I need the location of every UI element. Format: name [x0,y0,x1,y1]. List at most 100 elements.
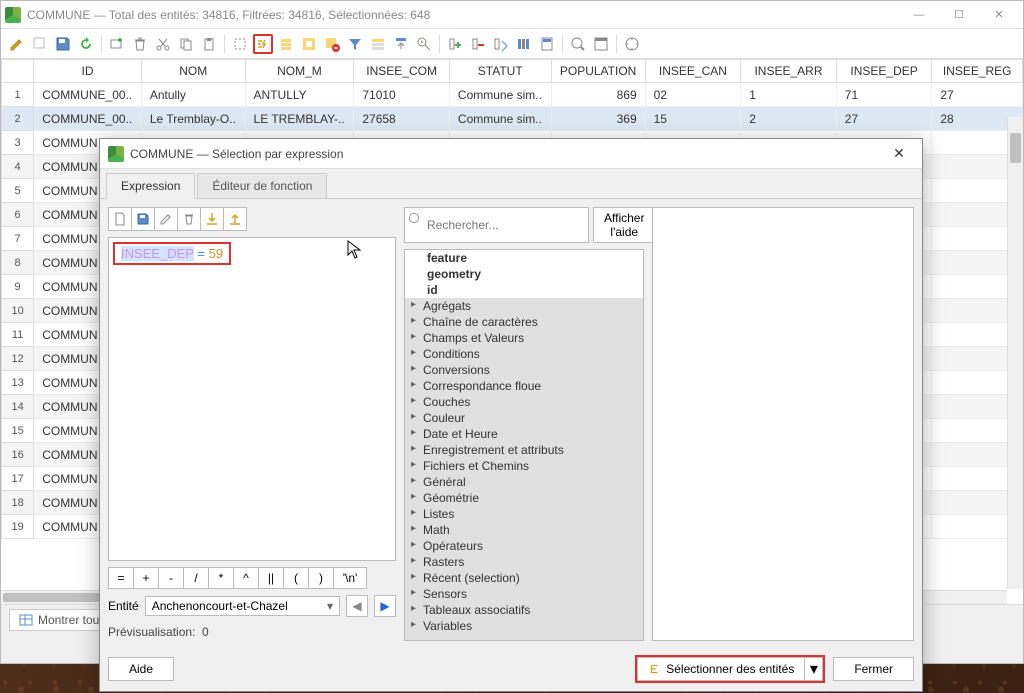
actions-icon[interactable] [622,34,642,54]
delete-column-icon[interactable] [468,34,488,54]
paste-icon[interactable] [199,34,219,54]
expression-textarea[interactable]: INSEE_DEP = 59 [108,237,396,561]
tree-category[interactable]: Conversions [405,362,643,378]
tree-category[interactable]: Rasters [405,554,643,570]
select-by-expression-icon[interactable] [253,34,273,54]
tree-item[interactable]: id [405,282,643,298]
select-dropdown-button[interactable]: ▾ [805,657,823,681]
delete-icon[interactable] [130,34,150,54]
move-top-icon[interactable] [391,34,411,54]
entity-select[interactable]: Anchenoncourt-et-Chazel [145,596,340,616]
column-header[interactable]: NOM_M [245,60,354,83]
tree-category[interactable]: Correspondance floue [405,378,643,394]
operator-button[interactable]: '\n' [333,567,367,589]
reload-icon[interactable] [76,34,96,54]
tree-category[interactable]: Récent (selection) [405,570,643,586]
new-icon[interactable] [108,207,132,231]
column-header[interactable]: INSEE_COM [354,60,450,83]
vertical-scrollbar[interactable] [1007,117,1023,589]
column-header[interactable]: INSEE_DEP [836,60,932,83]
tree-category[interactable]: Couleur [405,410,643,426]
operator-button[interactable]: / [183,567,209,589]
field-calc-icon[interactable] [537,34,557,54]
tree-category[interactable]: Variables [405,618,643,634]
column-header[interactable]: INSEE_ARR [741,60,837,83]
deselect-icon[interactable] [322,34,342,54]
tree-item[interactable]: geometry [405,266,643,282]
select-by-expression-dialog: COMMUNE — Sélection par expression ✕ Exp… [99,138,923,692]
show-selected-icon[interactable] [368,34,388,54]
show-help-button[interactable]: Afficher l'aide [593,207,655,243]
table-row[interactable]: 1COMMUNE_00..AntullyANTULLY71010Commune … [2,83,1023,107]
dialog-titlebar: COMMUNE — Sélection par expression ✕ [100,139,922,169]
copy-icon[interactable] [176,34,196,54]
import-icon[interactable] [200,207,224,231]
operator-button[interactable]: ( [283,567,309,589]
conditional-format-icon[interactable] [568,34,588,54]
tree-category[interactable]: Fichiers et Chemins [405,458,643,474]
column-header[interactable]: INSEE_CAN [645,60,741,83]
column-header[interactable]: POPULATION [551,60,645,83]
help-button[interactable]: Aide [108,657,174,681]
select-all-icon[interactable] [276,34,296,54]
delete-icon[interactable] [177,207,201,231]
next-entity-button[interactable]: ▶ [374,595,396,617]
titlebar: COMMUNE — Total des entités: 34816, Filt… [1,1,1023,29]
tab-function-editor[interactable]: Éditeur de fonction [197,173,327,199]
column-header[interactable]: NOM [141,60,245,83]
close-button[interactable]: ✕ [979,2,1019,28]
tree-category[interactable]: Champs et Valeurs [405,330,643,346]
tree-category[interactable]: Chaîne de caractères [405,314,643,330]
close-button[interactable]: Fermer [833,657,914,681]
tree-category[interactable]: Sensors [405,586,643,602]
dialog-close-button[interactable]: ✕ [884,140,914,168]
select-features-button[interactable]: Sélectionner des entités [637,657,805,681]
operator-button[interactable]: = [108,567,134,589]
save-icon[interactable] [131,207,155,231]
tree-category[interactable]: Général [405,474,643,490]
tree-category[interactable]: Couches [405,394,643,410]
new-column-icon[interactable] [445,34,465,54]
edit-icon[interactable] [154,207,178,231]
dock-icon[interactable] [591,34,611,54]
zoom-to-icon[interactable] [414,34,434,54]
table-row[interactable]: 2COMMUNE_00..Le Tremblay-O..LE TREMBLAY-… [2,107,1023,131]
multi-edit-icon[interactable] [30,34,50,54]
operator-button[interactable]: ^ [233,567,259,589]
filter-selection-icon[interactable] [345,34,365,54]
maximize-button[interactable]: ☐ [939,2,979,28]
select-icon[interactable] [230,34,250,54]
save-icon[interactable] [53,34,73,54]
operator-button[interactable]: * [208,567,234,589]
pencil-icon[interactable] [7,34,27,54]
minimize-button[interactable]: — [899,2,939,28]
operator-button[interactable]: || [258,567,284,589]
rename-column-icon[interactable] [491,34,511,54]
prev-entity-button[interactable]: ◀ [346,595,368,617]
operator-button[interactable]: + [133,567,159,589]
tree-category[interactable]: Tableaux associatifs [405,602,643,618]
organize-columns-icon[interactable] [514,34,534,54]
column-header[interactable]: INSEE_REG [932,60,1023,83]
tree-category[interactable]: Math [405,522,643,538]
tree-category[interactable]: Date et Heure [405,426,643,442]
search-input[interactable] [404,207,589,243]
cut-icon[interactable] [153,34,173,54]
function-tree[interactable]: featuregeometryidAgrégatsChaîne de carac… [404,249,644,641]
tree-category[interactable]: Agrégats [405,298,643,314]
column-header[interactable]: ID [34,60,142,83]
tab-expression[interactable]: Expression [106,173,195,199]
tree-category[interactable]: Listes [405,506,643,522]
tree-category[interactable]: Géométrie [405,490,643,506]
operator-button[interactable]: ) [308,567,334,589]
add-feature-icon[interactable] [107,34,127,54]
tree-category[interactable]: Enregistrement et attributs [405,442,643,458]
operator-button[interactable]: - [158,567,184,589]
epsilon-icon [648,662,662,676]
export-icon[interactable] [223,207,247,231]
tree-category[interactable]: Opérateurs [405,538,643,554]
tree-item[interactable]: feature [405,250,643,266]
invert-selection-icon[interactable] [299,34,319,54]
tree-category[interactable]: Conditions [405,346,643,362]
column-header[interactable]: STATUT [449,60,551,83]
